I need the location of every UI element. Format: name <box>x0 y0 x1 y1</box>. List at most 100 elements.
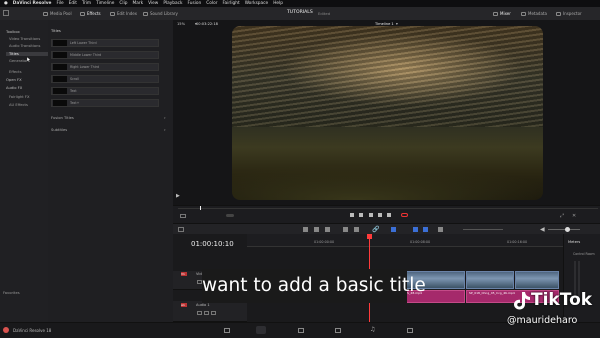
overwrite-clip-icon[interactable] <box>354 227 359 232</box>
chevron-down-icon[interactable]: ▾ <box>164 128 166 132</box>
menu-view[interactable]: View <box>148 1 158 6</box>
title-thumb <box>53 76 67 82</box>
scrub-bar[interactable] <box>178 208 598 209</box>
tab-media-pool[interactable]: Media Pool <box>43 10 72 17</box>
title-tile-scroll[interactable]: Scroll <box>51 75 159 83</box>
source-timecode: 00:03:22:18 <box>196 22 218 26</box>
skip-back-icon[interactable] <box>350 213 354 217</box>
title-tile-label: Text <box>70 89 77 93</box>
audio-clip-label: SP_018_Chng_45_Ccg_4K.mp4 <box>469 291 515 295</box>
menu-workspace[interactable]: Workspace <box>245 1 269 6</box>
trim-tool-icon[interactable] <box>314 227 319 232</box>
blade-tool-icon[interactable] <box>325 227 330 232</box>
chevron-down-icon[interactable]: ▾ <box>164 116 166 120</box>
title-tile-label: Middle Lower Third <box>70 53 102 57</box>
fusion-titles-header[interactable]: Fusion Titles <box>51 116 74 120</box>
speaker-icon[interactable]: ◀ <box>540 226 545 233</box>
rewind-icon[interactable] <box>359 213 363 217</box>
mute-icon[interactable] <box>211 311 216 315</box>
apple-icon[interactable]: ● <box>4 1 8 6</box>
tab-inspector-label: Inspector <box>563 11 582 16</box>
menu-edit[interactable]: Edit <box>69 1 77 6</box>
viewer-zoom[interactable]: 15% <box>177 22 185 26</box>
jog-control[interactable] <box>226 214 234 217</box>
fairlight-page-icon[interactable]: ♫ <box>370 326 375 333</box>
tree-au-effects[interactable]: AU Effects <box>9 103 28 107</box>
close-viewer-icon[interactable]: ✕ <box>572 213 576 219</box>
selection-tool-icon[interactable] <box>303 227 308 232</box>
fullscreen-icon[interactable]: ▶ <box>176 193 180 199</box>
solo-icon[interactable] <box>204 311 209 315</box>
edit-page-icon[interactable] <box>298 328 304 333</box>
tree-video-transitions[interactable]: Video Transitions <box>9 37 40 41</box>
deliver-page-icon[interactable] <box>407 328 413 333</box>
audio-track-name[interactable]: Audio 1 <box>196 303 210 307</box>
snapping-icon[interactable] <box>391 227 396 232</box>
title-tile-right-lower-third[interactable]: Right Lower Third <box>51 63 159 71</box>
menu-playback[interactable]: Playback <box>163 1 182 6</box>
cut-page-icon[interactable] <box>256 326 266 334</box>
title-tile-text[interactable]: Text <box>51 87 159 95</box>
tab-inspector[interactable]: Inspector <box>556 10 582 17</box>
tab-mixer[interactable]: Mixer <box>493 10 511 17</box>
tree-open-fx[interactable]: Open FX <box>6 78 22 82</box>
video-clip[interactable] <box>515 271 559 289</box>
tree-audio-fx[interactable]: Audio FX <box>6 86 22 90</box>
lock-icon[interactable] <box>197 311 202 315</box>
loop-icon[interactable] <box>401 213 408 217</box>
timeline-ruler[interactable]: 01:00:00:00 01:00:08:00 01:00:16:00 <box>247 234 563 247</box>
tab-edit-index[interactable]: Edit Index <box>110 10 137 17</box>
skip-forward-icon[interactable] <box>387 213 391 217</box>
panel-toggle-icon[interactable] <box>3 10 9 16</box>
title-tile-middle-lower-third[interactable]: Middle Lower Third <box>51 51 159 59</box>
menu-app-name[interactable]: DaVinci Resolve <box>13 1 52 6</box>
menu-clip[interactable]: Clip <box>119 1 127 6</box>
marker-icon[interactable] <box>423 227 428 232</box>
menu-fairlight[interactable]: Fairlight <box>222 1 239 6</box>
insert-clip-icon[interactable] <box>343 227 348 232</box>
match-frame-icon[interactable]: ⤢ <box>560 213 564 219</box>
volume-knob[interactable] <box>565 227 570 232</box>
tab-sound-library[interactable]: Sound Library <box>143 10 178 17</box>
menu-color[interactable]: Color <box>206 1 217 6</box>
creator-handle: @maurideharo <box>507 315 578 326</box>
scrub-playhead[interactable] <box>200 206 201 210</box>
play-icon[interactable] <box>378 213 382 217</box>
link-icon[interactable]: 🔗 <box>372 226 379 233</box>
tree-toolbox[interactable]: Toolbox <box>6 30 20 34</box>
video-clip[interactable] <box>466 271 514 289</box>
layout-icon[interactable] <box>178 227 184 232</box>
menu-fusion[interactable]: Fusion <box>188 1 202 6</box>
menu-mark[interactable]: Mark <box>133 1 144 6</box>
tree-effects[interactable]: Effects <box>9 70 22 74</box>
project-title: TUTORIALS <box>287 10 313 15</box>
tab-effects[interactable]: Effects <box>80 10 101 17</box>
tab-edit-index-label: Edit Index <box>117 11 138 16</box>
menu-file[interactable]: File <box>56 1 63 6</box>
viewer-options-icon[interactable] <box>180 214 186 218</box>
menu-trim[interactable]: Trim <box>82 1 91 6</box>
control-room-label: Control Room <box>573 252 595 256</box>
tree-audio-transitions[interactable]: Audio Transitions <box>9 44 40 48</box>
mouse-cursor-icon <box>27 57 31 62</box>
media-pool-icon <box>43 11 48 16</box>
tab-metadata[interactable]: Metadata <box>521 10 547 17</box>
title-tile-left-lower-third[interactable]: Left Lower Third <box>51 39 159 47</box>
tree-titles[interactable]: Titles <box>6 52 48 56</box>
stop-icon[interactable] <box>369 213 373 217</box>
playhead-handle[interactable] <box>367 234 372 239</box>
zoom-slider[interactable] <box>463 229 503 230</box>
flag-icon[interactable] <box>413 227 418 232</box>
tree-fairlight-fx[interactable]: Fairlight FX <box>9 95 30 99</box>
title-tile-text-plus[interactable]: Text+ <box>51 99 159 107</box>
zoom-out-icon[interactable] <box>438 227 443 232</box>
media-page-icon[interactable] <box>224 328 230 333</box>
subtitles-header[interactable]: Subtitles <box>51 128 67 132</box>
title-tile-label: Text+ <box>70 101 80 105</box>
menu-timeline[interactable]: Timeline <box>96 1 114 6</box>
menu-bar: ● DaVinci Resolve File Edit Trim Timelin… <box>0 0 600 7</box>
project-state: Edited <box>318 10 331 16</box>
menu-help[interactable]: Help <box>273 1 283 6</box>
volume-slider[interactable] <box>548 229 580 230</box>
fusion-page-icon[interactable] <box>335 328 341 333</box>
